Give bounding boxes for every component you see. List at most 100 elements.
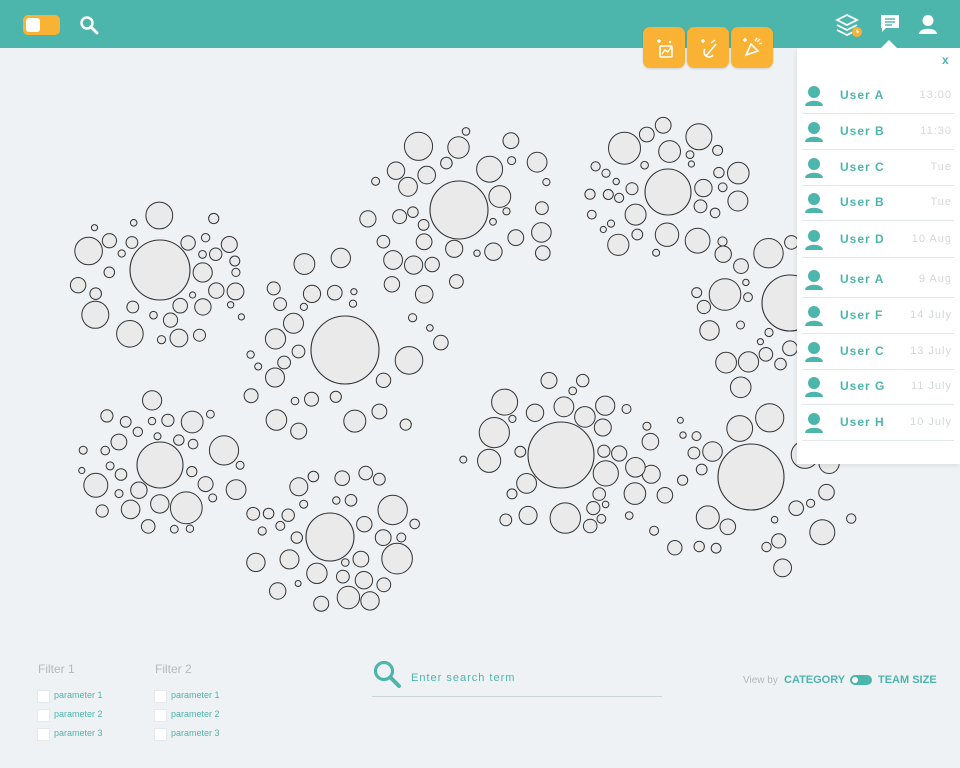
bubble[interactable] [592,487,607,501]
message-item[interactable]: User A 9 Aug [802,262,954,298]
bubble[interactable] [281,508,295,522]
bubble[interactable] [526,151,548,173]
bubble[interactable] [290,531,303,544]
bubble[interactable] [354,571,374,590]
bubble[interactable] [74,236,103,266]
bubble[interactable] [714,245,732,263]
bubble[interactable] [161,413,175,427]
bubble[interactable] [684,227,711,254]
bubble[interactable] [553,396,575,418]
bubble[interactable] [153,432,162,441]
bubble-cluster[interactable] [69,201,245,348]
bubble[interactable] [407,206,419,218]
bubble[interactable] [712,144,724,156]
bubble[interactable] [518,505,538,525]
bubble[interactable] [535,201,549,216]
bubble[interactable] [788,500,805,517]
bubble[interactable] [756,338,765,346]
bubble[interactable] [359,210,377,228]
bubble[interactable] [727,161,750,185]
bubble[interactable] [374,529,392,547]
filter-1-param-2-checkbox[interactable] [37,709,50,722]
bubble[interactable] [774,357,787,371]
bubble[interactable] [586,501,601,516]
bubble[interactable] [758,347,774,362]
bubble[interactable] [376,577,392,593]
bubble[interactable] [477,448,502,473]
bubble[interactable] [611,445,628,462]
bubble[interactable] [372,472,386,486]
filter-1-param-1-checkbox[interactable] [37,690,50,703]
bubble[interactable] [103,266,116,279]
layers-icon[interactable] [834,13,863,43]
bubble[interactable] [377,494,408,526]
bubble[interactable] [313,595,330,612]
bubble[interactable] [142,390,163,411]
bubble[interactable] [753,238,784,269]
bubble[interactable] [592,460,619,487]
bubble[interactable] [360,591,380,611]
bubble[interactable] [132,426,144,437]
user-icon[interactable] [918,14,938,39]
bubble[interactable] [601,500,610,509]
bubble[interactable] [305,512,355,562]
message-item[interactable]: User H 10 July [802,405,954,441]
bubble[interactable] [273,297,288,312]
filter-1-param-3-checkbox[interactable] [37,728,50,741]
bubble[interactable] [352,550,370,568]
bubble[interactable] [344,494,358,507]
mode-toggle[interactable] [23,15,60,35]
bubble[interactable] [69,277,87,294]
bubble[interactable] [625,182,639,196]
bubble[interactable] [679,431,687,439]
bubble[interactable] [114,468,128,481]
bubble[interactable] [307,470,320,483]
bubble[interactable] [542,178,551,187]
bubble[interactable] [484,242,503,261]
bubble[interactable] [348,299,358,308]
bubble[interactable] [717,182,728,193]
bubble[interactable] [625,457,646,478]
bubble[interactable] [291,344,306,359]
bubble[interactable] [376,234,391,249]
bubble[interactable] [235,460,245,470]
bubble[interactable] [737,351,760,373]
bubble[interactable] [691,287,703,299]
bubble[interactable] [773,558,792,578]
bubble[interactable] [136,441,184,489]
bubble[interactable] [596,513,607,524]
bubble[interactable] [693,199,708,214]
bubble[interactable] [383,276,401,293]
bubble[interactable] [586,209,597,220]
bubble[interactable] [488,185,512,208]
bubble[interactable] [200,233,211,243]
filter-2-param-2-checkbox[interactable] [154,709,167,722]
bubble[interactable] [694,178,713,198]
message-item[interactable]: User B Tue [802,185,954,221]
bubble[interactable] [343,409,367,433]
bubble[interactable] [356,516,373,533]
bubble[interactable] [709,207,721,219]
bubble[interactable] [408,313,418,323]
view-option-category[interactable]: CATEGORY [784,674,845,686]
bubble[interactable] [459,455,468,464]
bubble[interactable] [299,499,309,509]
bubble[interactable] [120,499,141,520]
bubble[interactable] [114,489,124,499]
bubble[interactable] [206,409,215,419]
bubble[interactable] [302,284,322,303]
bubble[interactable] [719,518,737,536]
bubble[interactable] [208,435,240,466]
bubble[interactable] [593,418,612,437]
bubble[interactable] [194,298,212,316]
bubble[interactable] [652,248,661,257]
bubble[interactable] [100,409,114,423]
view-toggle[interactable] [850,675,872,685]
bubble[interactable] [208,282,225,299]
bubble[interactable] [677,474,689,486]
bubble[interactable] [198,250,207,259]
bubble[interactable] [499,513,513,527]
bubble-cluster[interactable] [459,372,661,534]
bubble[interactable] [506,488,518,500]
bubble[interactable] [197,476,214,493]
